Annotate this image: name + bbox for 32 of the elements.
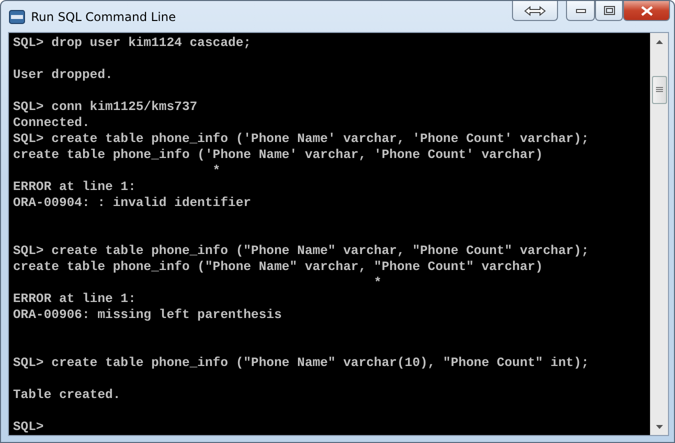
console-line: ORA-00906: missing left parenthesis (13, 307, 283, 323)
minimize-icon (576, 8, 586, 12)
console-line: SQL> conn kim1125/kms737 (13, 99, 198, 115)
minimize-button[interactable] (566, 1, 595, 21)
console-line: SQL> create table phone_info ('Phone Name' varchar, 'Phone Count' varchar); (13, 131, 590, 147)
close-button[interactable] (623, 1, 670, 21)
close-icon (640, 6, 652, 16)
console-line: Connected. (13, 115, 91, 131)
console-line: SQL> create table phone_info ("Phone Name" varchar, "Phone Count" varchar); (13, 243, 590, 259)
console-line: create table phone_info ("Phone Name" varchar, "Phone Count" varchar) (13, 259, 544, 275)
down-arrow-icon (656, 424, 663, 428)
console-line: ERROR at line 1: (13, 179, 137, 195)
grip-icon (656, 87, 663, 93)
maximize-button[interactable] (595, 1, 623, 21)
console-line: SQL> (13, 419, 45, 435)
double-arrow-icon (524, 6, 546, 16)
scrollbar[interactable] (650, 33, 668, 435)
console-line: SQL> drop user kim1124 cascade; (13, 35, 252, 51)
console-line: User dropped. (13, 67, 114, 83)
console-line: * (212, 163, 222, 179)
window-title: Run SQL Command Line (31, 10, 177, 24)
console-line: ERROR at line 1: (13, 291, 137, 307)
scroll-thumb[interactable] (652, 76, 667, 104)
console-line: ORA-00904: : invalid identifier (13, 195, 252, 211)
maximize-icon (604, 6, 614, 15)
up-arrow-icon (656, 40, 663, 44)
resize-button[interactable] (512, 1, 558, 21)
console-line: SQL> create table phone_info ("Phone Name" varchar(10), "Phone Count" int); (13, 355, 590, 371)
console-line: Table created. (13, 387, 122, 403)
console-line: create table phone_info ('Phone Name' varchar, 'Phone Count' varchar) (13, 147, 544, 163)
sql-app-icon (9, 10, 25, 24)
console-line: * (372, 275, 383, 291)
